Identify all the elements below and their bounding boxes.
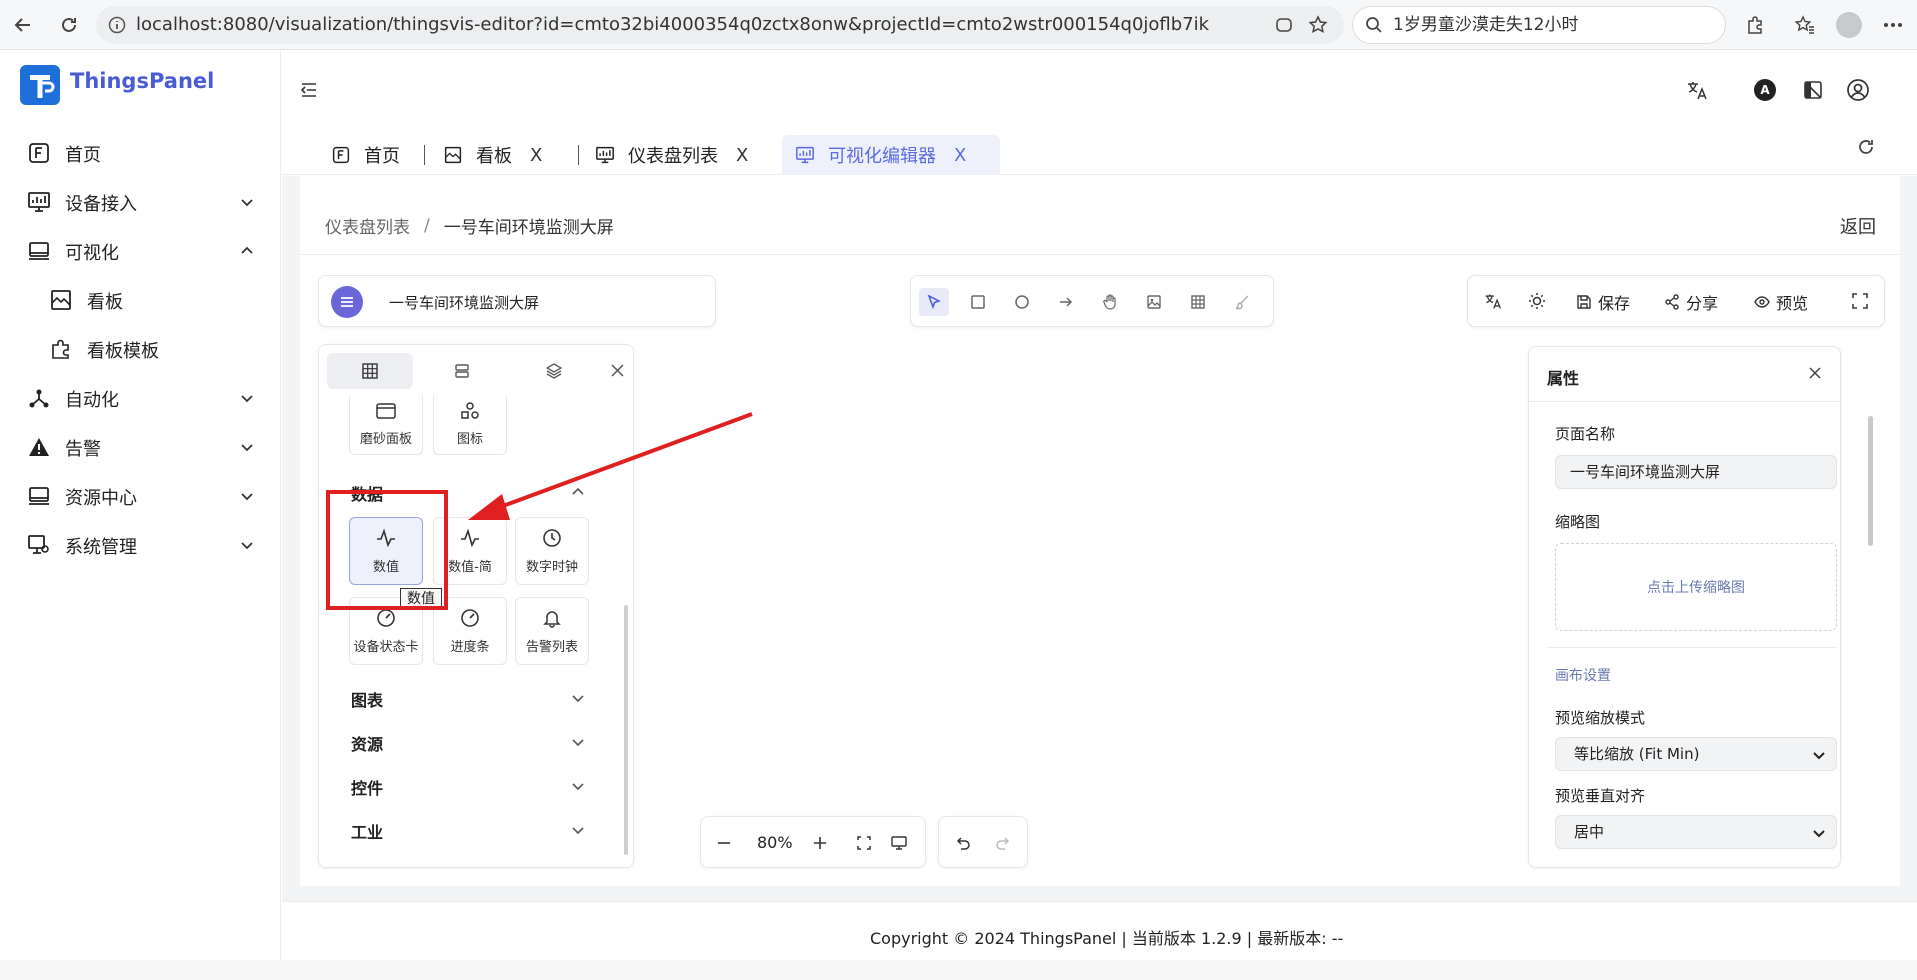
thumbnail-upload[interactable]: 点击上传缩略图 — [1555, 543, 1837, 631]
preview-valign-value: 居中 — [1574, 823, 1605, 841]
annotation-arrow-line — [491, 412, 753, 512]
thumbnail-label: 缩略图 — [1555, 513, 1601, 531]
fit-screen-icon[interactable] — [857, 836, 871, 850]
history-controls — [938, 816, 1028, 868]
page-name-label: 页面名称 — [1555, 425, 1616, 443]
undo-icon[interactable] — [955, 835, 971, 851]
zoom-in-icon[interactable] — [813, 836, 827, 850]
canvas-settings-heading: 画布设置 — [1555, 668, 1611, 684]
property-panel-title: 属性 — [1547, 369, 1580, 388]
annotation-box — [326, 490, 448, 610]
page-name-input[interactable]: 一号车间环境监测大屏 — [1555, 455, 1837, 489]
preview-scale-label: 预览缩放模式 — [1555, 709, 1646, 727]
page: localhost:8080/visualization/thingsvis-e… — [0, 0, 1917, 980]
close-icon[interactable] — [1809, 367, 1821, 379]
bottom-taskbar — [0, 960, 1917, 980]
monitor-icon[interactable] — [891, 835, 907, 851]
property-scrollbar[interactable] — [1868, 416, 1873, 546]
preview-scale-select[interactable]: 等比缩放 (Fit Min) — [1555, 737, 1837, 771]
chevron-down-icon — [1812, 748, 1826, 762]
divider — [1529, 401, 1842, 402]
redo-icon[interactable] — [995, 835, 1011, 851]
divider — [1547, 647, 1837, 648]
zoom-level: 80% — [757, 833, 793, 852]
zoom-controls: 80% — [700, 816, 926, 868]
preview-scale-value: 等比缩放 (Fit Min) — [1574, 745, 1700, 763]
preview-valign-select[interactable]: 居中 — [1555, 815, 1837, 849]
copyright-text: Copyright © 2024 ThingsPanel | 当前版本 1.2.… — [870, 929, 1344, 948]
preview-valign-label: 预览垂直对齐 — [1555, 787, 1646, 805]
chevron-down-icon — [1812, 826, 1826, 840]
property-panel: 属性 页面名称 一号车间环境监测大屏 缩略图 点击上传缩略图 画布设置 预览缩放… — [1528, 346, 1842, 868]
zoom-out-icon[interactable] — [717, 836, 731, 850]
annotation-arrow-head — [468, 494, 510, 520]
